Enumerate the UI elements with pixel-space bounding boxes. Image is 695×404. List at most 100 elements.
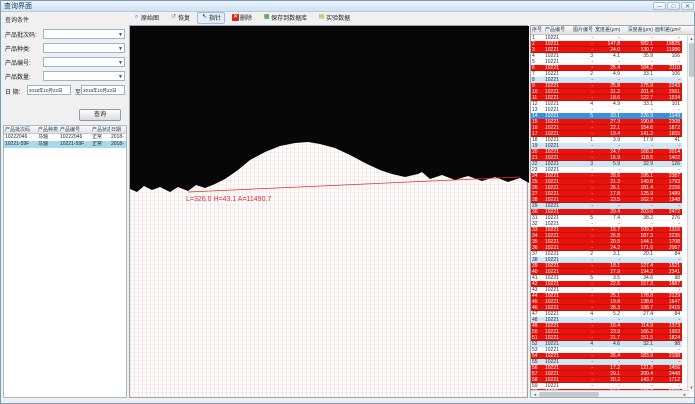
table-cell: 184.2 [621,65,654,70]
table-cell: 49 [531,323,544,328]
table-cell: 59 [531,383,544,388]
table-cell: - [621,59,654,64]
toolbar-button-data[interactable]: ▤实验数据 [314,12,354,24]
table-cell: 2448 [654,371,681,376]
table-cell: 马轴 [37,134,59,141]
product-table-header: 产品批次码产品种类产品编号产品状态日期 [4,126,126,134]
table-cell: - [572,107,594,112]
table-cell: 21.3 [594,179,621,184]
table-cell: 10221 [544,275,572,280]
table-cell: - [594,257,621,262]
toolbar-button-cursor[interactable]: ↖指针 [197,12,225,24]
product-quantity-select[interactable]: ▼ [43,71,125,81]
scroll-right-icon[interactable]: ► [681,391,689,398]
column-header[interactable]: 产品种类 [37,126,59,133]
table-cell: - [572,179,594,184]
scroll-up-icon[interactable]: ▲ [688,35,695,43]
table-cell: 21.7 [594,335,621,340]
column-header[interactable]: 宽度差(μm) [594,26,621,34]
table-cell: 10221 [544,59,572,64]
table-cell: 10221 [544,53,572,58]
table-cell: 4.9 [594,101,621,106]
table-cell: 5 [572,275,594,280]
table-cell: 4.1 [594,53,621,58]
table-cell: 2 [572,71,594,76]
table-cell: 1793 [654,179,681,184]
table-cell: 125.9 [621,191,654,196]
field-row-number: 产品编号: ▼ [3,56,127,70]
scroll-left-icon[interactable]: ◄ [531,391,539,398]
column-header[interactable]: 深度差(μm) [621,26,654,34]
product-number-select[interactable]: ▼ [43,57,125,67]
table-cell: 10221 [544,149,572,154]
column-header[interactable]: 产品状态 [91,126,110,133]
table-cell: 8 [531,77,544,82]
table-cell: 10221 [544,311,572,316]
column-header[interactable]: 面积差(μm²) [654,26,681,34]
column-header[interactable]: 序号 [531,26,544,34]
table-cell: 11986 [654,47,681,52]
chevron-down-icon: ▼ [118,32,123,38]
table-cell: - [572,41,594,46]
query-button[interactable]: 查询 [79,109,121,121]
column-header[interactable]: 产品编号 [59,126,91,133]
date-to-picker[interactable]: 2018年10月22日 [81,85,125,95]
batch-code-select[interactable]: ▼ [43,29,125,39]
table-cell: 149.8 [621,179,654,184]
table-cell: 10221 [544,323,572,328]
table-cell: - [594,203,621,208]
column-header[interactable]: 图片编号 [572,26,594,34]
horizontal-scrollbar[interactable]: ◄ ► [531,390,689,397]
table-cell: 10221 [544,251,572,256]
table-cell: 10221 [544,239,572,244]
table-cell: - [572,353,594,358]
image-viewer[interactable]: L=326.0 H=43.1 A=11490.7 [129,25,528,398]
table-cell: - [654,347,681,352]
scroll-down-icon[interactable]: ▼ [688,384,695,392]
vertical-scrollbar[interactable]: ▲ ▼ [687,35,694,392]
column-header[interactable]: 产品批次码 [4,126,37,133]
product-type-select[interactable]: ▼ [43,43,125,53]
horizontal-scroll-thumb[interactable] [539,392,599,397]
table-cell: 4 [531,53,544,58]
table-cell: 195.1 [621,173,654,178]
table-cell: - [572,377,594,382]
table-row[interactable]: 10221-59F马轴10221-59F正常2018- [4,141,126,148]
vertical-scroll-thumb[interactable] [689,43,694,77]
table-cell: 151.5 [621,335,654,340]
toolbar-button-zoom[interactable]: ⌕原始图 [129,12,163,24]
table-cell: 10221 [544,125,572,130]
table-row[interactable]: 10222046马轴10222046正常2018- [4,134,126,141]
date-from-picker[interactable]: 2018年10月22日 [27,85,71,95]
column-header[interactable]: 产品编号 [544,26,572,34]
toolbar-button-save-db[interactable]: ▦保存到数据库 [259,12,311,24]
table-cell: - [572,131,594,136]
table-cell: 1534 [654,95,681,100]
toolbar-button-delete[interactable]: ✕删除 [228,12,256,24]
table-cell: 17.9 [621,137,654,142]
table-cell: 2308 [654,119,681,124]
toolbar-button-restore[interactable]: ↺恢复 [166,12,194,24]
table-cell: 26.8 [594,233,621,238]
table-cell: 5 [572,215,594,220]
table-cell: - [621,359,654,364]
table-cell: - [654,35,681,40]
table-cell: - [572,173,594,178]
table-cell: - [572,293,594,298]
product-number-label: 产品编号: [5,58,31,67]
close-button[interactable]: ✕ [681,2,694,10]
table-cell: - [654,383,681,388]
table-cell: 33.1 [621,101,654,106]
column-header[interactable]: 日期 [110,126,126,133]
table-cell: 203.6 [621,209,654,214]
table-cell: 10221-59F [4,141,37,148]
table-cell: 34.6 [621,275,654,280]
table-cell: - [594,143,621,148]
table-cell: - [654,317,681,322]
table-cell: 33 [531,227,544,232]
table-cell: 10221 [544,365,572,370]
minimize-button[interactable]: ─ [653,2,666,10]
maximize-button[interactable]: □ [667,2,680,10]
window-controls: ─ □ ✕ [653,2,694,10]
table-cell: 2235 [654,233,681,238]
